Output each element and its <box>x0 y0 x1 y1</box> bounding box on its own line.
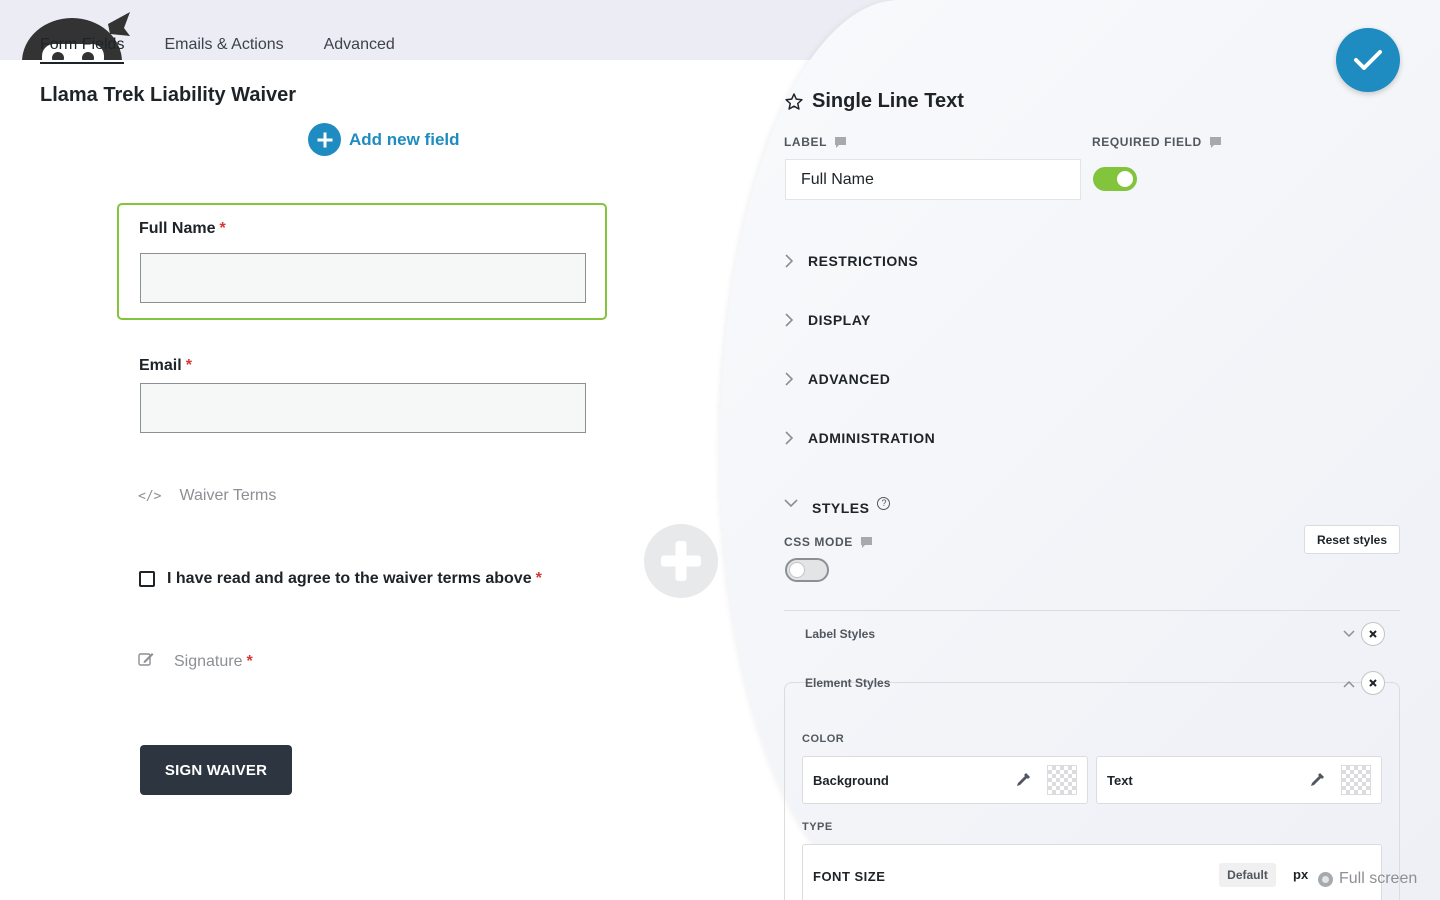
full-name-input[interactable] <box>140 253 586 303</box>
form-title: Llama Trek Liability Waiver <box>40 84 297 106</box>
text-color-picker[interactable]: Text <box>1096 756 1382 804</box>
chevron-down-icon[interactable] <box>1343 629 1355 639</box>
comment-icon[interactable] <box>1209 136 1221 148</box>
tab-emails-actions[interactable]: Emails & Actions <box>164 36 283 64</box>
chevron-right-icon <box>785 254 794 268</box>
fullscreen-icon <box>1318 871 1333 887</box>
full-screen-label: Full screen <box>1339 870 1418 887</box>
email-field-label: Email * <box>139 357 192 374</box>
builder-tabs: Form Fields Emails & Actions Advanced <box>40 36 395 64</box>
section-advanced[interactable]: ADVANCED <box>784 371 890 387</box>
help-icon[interactable]: ? <box>877 496 891 510</box>
add-new-field-label: Add new field <box>349 129 460 149</box>
agree-field: I have read and agree to the waiver term… <box>139 570 542 588</box>
required-field-toggle[interactable] <box>1093 167 1137 191</box>
tab-advanced[interactable]: Advanced <box>324 36 395 64</box>
panel-title-text: Single Line Text <box>812 90 964 112</box>
chevron-down-icon <box>784 499 798 508</box>
signature-label: Signature <box>174 652 243 670</box>
section-restrictions[interactable]: RESTRICTIONS <box>784 253 918 269</box>
tab-form-fields[interactable]: Form Fields <box>40 36 125 64</box>
font-size-unit[interactable]: px <box>1293 867 1308 882</box>
section-administration[interactable]: ADMINISTRATION <box>784 430 935 446</box>
done-button[interactable] <box>1336 28 1400 92</box>
add-new-field-button[interactable]: Add new field <box>308 123 460 156</box>
required-asterisk: * <box>185 357 192 374</box>
agree-checkbox[interactable] <box>139 571 155 587</box>
signature-field[interactable]: Signature * <box>138 651 253 672</box>
type-heading: TYPE <box>802 821 833 833</box>
element-styles-accordion[interactable]: Element Styles <box>805 676 890 690</box>
label-heading: LABEL <box>784 135 846 149</box>
required-field-heading: REQUIRED FIELD <box>1092 135 1221 149</box>
form-builder <box>0 60 760 900</box>
eyedropper-icon[interactable] <box>1015 772 1031 788</box>
checkmark-icon <box>1354 50 1382 70</box>
edit-icon <box>138 651 154 672</box>
font-size-label: FONT SIZE <box>813 869 886 884</box>
transparent-swatch[interactable] <box>1341 765 1371 795</box>
code-icon: </> <box>138 488 162 504</box>
full-screen-button[interactable]: Full screen <box>1318 870 1417 888</box>
transparent-swatch[interactable] <box>1047 765 1077 795</box>
close-icon[interactable] <box>1361 671 1385 695</box>
comment-icon[interactable] <box>835 136 846 148</box>
color-heading: COLOR <box>802 733 845 745</box>
css-mode-heading: CSS MODE <box>784 535 872 549</box>
full-name-field-label: Full Name * <box>139 220 226 237</box>
email-input[interactable] <box>140 383 586 433</box>
text-color-label: Text <box>1107 772 1133 788</box>
chevron-right-icon <box>785 313 794 327</box>
chevron-right-icon <box>785 372 794 386</box>
css-mode-toggle[interactable] <box>785 558 829 582</box>
background-color-picker[interactable]: Background <box>802 756 1088 804</box>
plus-circle-icon <box>308 123 341 156</box>
background-color-label: Background <box>813 772 889 788</box>
chevron-right-icon <box>785 431 794 445</box>
waiver-terms-label: Waiver Terms <box>179 487 277 504</box>
eyedropper-icon[interactable] <box>1309 772 1325 788</box>
label-input[interactable]: Full Name <box>785 159 1081 200</box>
section-styles[interactable]: STYLES ? <box>784 492 891 516</box>
add-field-plus-icon[interactable] <box>644 524 718 598</box>
star-icon[interactable] <box>784 92 804 112</box>
comment-icon[interactable] <box>860 536 872 548</box>
chevron-up-icon[interactable] <box>1343 679 1355 689</box>
panel-title: Single Line Text <box>784 90 964 113</box>
required-asterisk: * <box>246 652 253 670</box>
waiver-terms-field[interactable]: </> Waiver Terms <box>138 487 276 505</box>
sign-waiver-button[interactable]: SIGN WAIVER <box>140 745 292 795</box>
agree-label: I have read and agree to the waiver term… <box>167 570 542 587</box>
reset-styles-button[interactable]: Reset styles <box>1304 525 1400 554</box>
close-icon[interactable] <box>1361 622 1385 646</box>
font-size-default-input[interactable]: Default <box>1219 863 1276 887</box>
label-styles-accordion[interactable]: Label Styles <box>805 627 875 641</box>
font-size-box: FONT SIZE Default px <box>802 844 1382 900</box>
section-display[interactable]: DISPLAY <box>784 312 871 328</box>
required-asterisk: * <box>219 220 226 237</box>
styles-divider <box>784 610 1400 611</box>
